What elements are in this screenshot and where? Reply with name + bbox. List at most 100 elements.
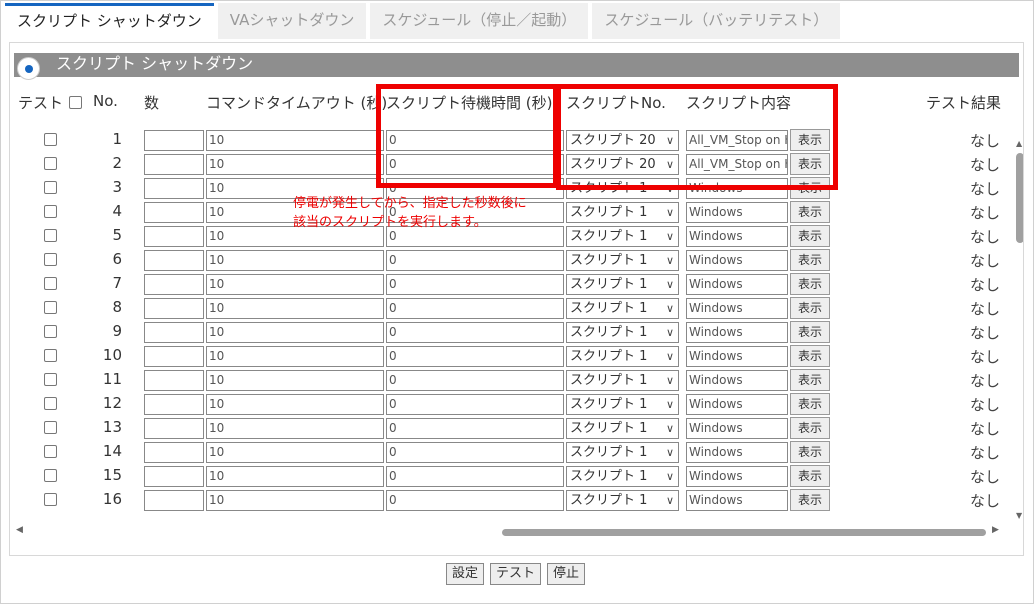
count-input[interactable] — [144, 202, 204, 223]
row-test-checkbox[interactable] — [44, 325, 57, 338]
script-no-select[interactable]: スクリプト 1 ∨ — [566, 202, 679, 223]
show-script-button[interactable]: 表示 — [790, 297, 830, 319]
row-test-checkbox[interactable] — [44, 421, 57, 434]
horizontal-scroll-thumb[interactable] — [502, 529, 986, 536]
wait-time-input[interactable]: 0 — [386, 322, 564, 343]
count-input[interactable] — [144, 370, 204, 391]
script-no-select[interactable]: スクリプト 1 ∨ — [566, 418, 679, 439]
cmd-timeout-input[interactable]: 10 — [206, 418, 384, 439]
count-input[interactable] — [144, 466, 204, 487]
cmd-timeout-input[interactable]: 10 — [206, 250, 384, 271]
show-script-button[interactable]: 表示 — [790, 225, 830, 247]
script-no-select[interactable]: スクリプト 1 ∨ — [566, 370, 679, 391]
script-no-select[interactable]: スクリプト 1 ∨ — [566, 394, 679, 415]
row-test-checkbox[interactable] — [44, 205, 57, 218]
cmd-timeout-input[interactable]: 10 — [206, 298, 384, 319]
row-test-checkbox[interactable] — [44, 349, 57, 362]
horizontal-scrollbar[interactable]: ◀ ▶ — [10, 525, 1020, 537]
row-test-checkbox[interactable] — [44, 277, 57, 290]
show-script-button[interactable]: 表示 — [790, 417, 830, 439]
script-no-select[interactable]: スクリプト 1 ∨ — [566, 298, 679, 319]
scroll-down-arrow-icon[interactable]: ▼ — [1016, 511, 1022, 520]
vertical-scroll-thumb[interactable] — [1016, 153, 1023, 243]
tab-script-shutdown[interactable]: スクリプト シャットダウン — [5, 3, 214, 39]
cmd-timeout-input[interactable]: 10 — [206, 394, 384, 415]
row-test-checkbox[interactable] — [44, 133, 57, 146]
script-no-select[interactable]: スクリプト 1 ∨ — [566, 346, 679, 367]
wait-time-input[interactable]: 0 — [386, 442, 564, 463]
show-script-button[interactable]: 表示 — [790, 441, 830, 463]
count-input[interactable] — [144, 442, 204, 463]
show-script-button[interactable]: 表示 — [790, 393, 830, 415]
wait-time-input[interactable]: 0 — [386, 394, 564, 415]
script-no-select[interactable]: スクリプト 1 ∨ — [566, 490, 679, 511]
show-script-button[interactable]: 表示 — [790, 465, 830, 487]
count-input[interactable] — [144, 154, 204, 175]
show-script-button[interactable]: 表示 — [790, 321, 830, 343]
show-script-button[interactable]: 表示 — [790, 201, 830, 223]
count-input[interactable] — [144, 178, 204, 199]
show-script-button[interactable]: 表示 — [790, 369, 830, 391]
wait-time-input[interactable]: 0 — [386, 490, 564, 511]
row-test-checkbox[interactable] — [44, 181, 57, 194]
tab-schedule-battery-test[interactable]: スケジュール（バッテリテスト） — [592, 3, 841, 39]
show-script-button[interactable]: 表示 — [790, 273, 830, 295]
test-button[interactable]: テスト — [490, 563, 542, 585]
wait-time-input[interactable]: 0 — [386, 418, 564, 439]
cmd-timeout-input[interactable]: 10 — [206, 322, 384, 343]
scroll-right-arrow-icon[interactable]: ▶ — [992, 525, 999, 535]
count-input[interactable] — [144, 130, 204, 151]
wait-time-input[interactable]: 0 — [386, 370, 564, 391]
cmd-timeout-input[interactable]: 10 — [206, 442, 384, 463]
count-input[interactable] — [144, 298, 204, 319]
script-no-select[interactable]: スクリプト 1 ∨ — [566, 322, 679, 343]
script-no-value: スクリプト 1 — [570, 229, 648, 244]
count-input[interactable] — [144, 322, 204, 343]
cmd-timeout-input[interactable]: 10 — [206, 370, 384, 391]
count-input[interactable] — [144, 418, 204, 439]
select-all-checkbox[interactable] — [69, 96, 82, 109]
row-test-checkbox[interactable] — [44, 301, 57, 314]
cmd-timeout-input[interactable]: 10 — [206, 154, 384, 175]
row-test-checkbox[interactable] — [44, 469, 57, 482]
show-script-button[interactable]: 表示 — [790, 345, 830, 367]
cmd-timeout-input[interactable]: 10 — [206, 466, 384, 487]
cmd-timeout-input[interactable]: 10 — [206, 274, 384, 295]
count-input[interactable] — [144, 274, 204, 295]
cmd-timeout-input[interactable]: 10 — [206, 490, 384, 511]
script-no-select[interactable]: スクリプト 1 ∨ — [566, 442, 679, 463]
row-test-checkbox[interactable] — [44, 445, 57, 458]
row-test-checkbox[interactable] — [44, 157, 57, 170]
section-radio[interactable] — [17, 57, 40, 80]
row-test-checkbox[interactable] — [44, 397, 57, 410]
tab-va-shutdown[interactable]: VAシャットダウン — [217, 3, 367, 39]
count-input[interactable] — [144, 226, 204, 247]
count-input[interactable] — [144, 346, 204, 367]
tab-schedule-stop-start[interactable]: スケジュール（停止／起動） — [370, 3, 589, 39]
set-button[interactable]: 設定 — [446, 563, 485, 585]
row-test-checkbox[interactable] — [44, 253, 57, 266]
wait-time-input[interactable]: 0 — [386, 250, 564, 271]
scroll-left-arrow-icon[interactable]: ◀ — [16, 525, 23, 535]
count-input[interactable] — [144, 250, 204, 271]
count-input[interactable] — [144, 490, 204, 511]
row-test-checkbox[interactable] — [44, 373, 57, 386]
script-no-select[interactable]: スクリプト 1 ∨ — [566, 250, 679, 271]
scroll-up-arrow-icon[interactable]: ▲ — [1016, 139, 1022, 148]
count-input[interactable] — [144, 394, 204, 415]
row-test-checkbox[interactable] — [44, 229, 57, 242]
wait-time-input[interactable]: 0 — [386, 466, 564, 487]
stop-button[interactable]: 停止 — [547, 563, 586, 585]
cmd-timeout-input[interactable]: 10 — [206, 130, 384, 151]
script-no-select[interactable]: スクリプト 1 ∨ — [566, 226, 679, 247]
show-script-button[interactable]: 表示 — [790, 489, 830, 511]
wait-time-input[interactable]: 0 — [386, 346, 564, 367]
row-test-checkbox[interactable] — [44, 493, 57, 506]
script-no-select[interactable]: スクリプト 1 ∨ — [566, 274, 679, 295]
wait-time-input[interactable]: 0 — [386, 274, 564, 295]
vertical-scrollbar[interactable]: ▲ ▼ — [1016, 139, 1023, 523]
cmd-timeout-input[interactable]: 10 — [206, 346, 384, 367]
script-no-select[interactable]: スクリプト 1 ∨ — [566, 466, 679, 487]
show-script-button[interactable]: 表示 — [790, 249, 830, 271]
wait-time-input[interactable]: 0 — [386, 298, 564, 319]
